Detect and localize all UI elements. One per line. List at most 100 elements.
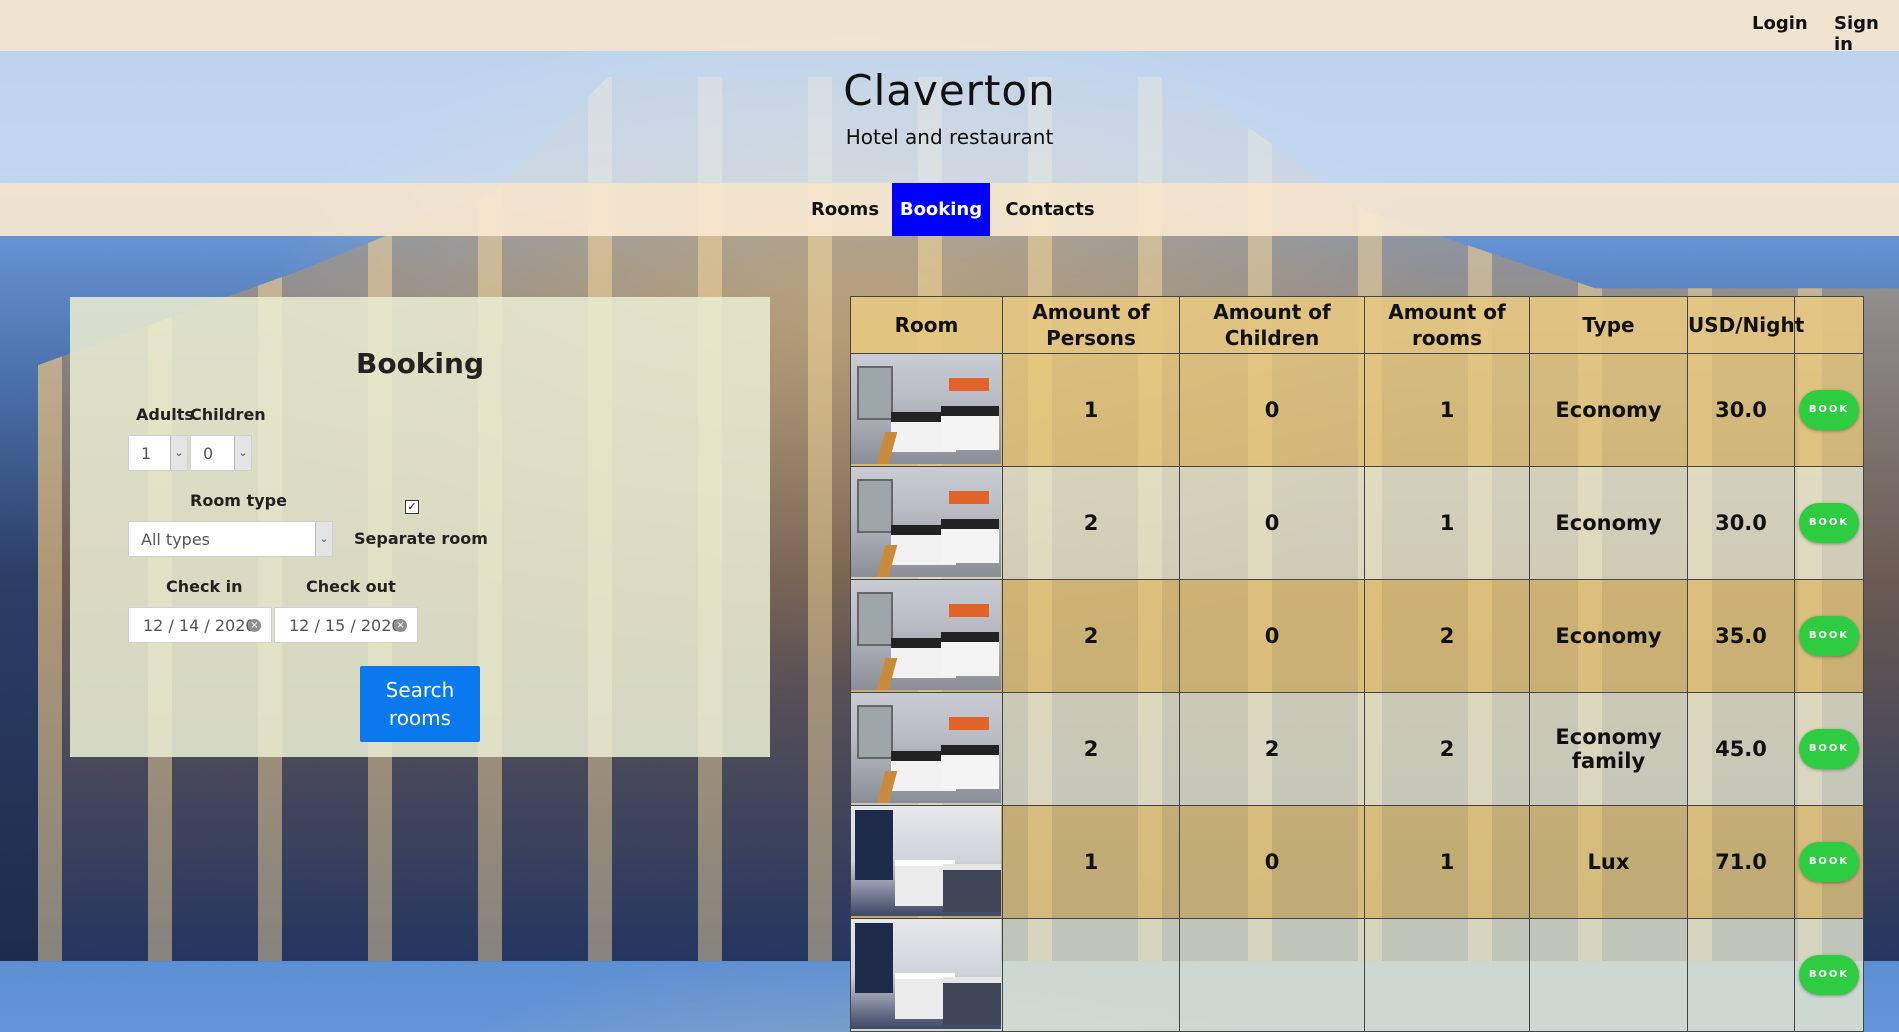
table-header-row: Room Amount of Persons Amount of Childre… [850, 296, 1864, 354]
room-photo-cell [850, 353, 1003, 467]
economy-room-photo [851, 467, 1001, 577]
room-photo-cell [850, 805, 1003, 919]
action-cell: BOOK [1794, 466, 1864, 580]
nav-contacts[interactable]: Contacts [1000, 183, 1100, 236]
separate-room-checkbox[interactable]: ✓ [405, 500, 419, 514]
search-rooms-label-1: Search [385, 678, 455, 702]
economy-room-photo [851, 580, 1001, 690]
adults-select[interactable]: 1 ⌄ [128, 435, 188, 471]
checkin-date-value: 12 / 14 / 2020 [143, 616, 256, 635]
checkout-date-value: 12 / 15 / 2020 [289, 616, 402, 635]
header-action [1794, 296, 1864, 354]
room-type-select[interactable]: All types ⌄ [128, 521, 333, 557]
book-button[interactable]: BOOK [1799, 842, 1859, 882]
table-row: 1 0 1 Economy 30.0 BOOK [850, 353, 1864, 467]
chevron-down-icon: ⌄ [234, 436, 251, 470]
table-row: 2 0 1 Economy 30.0 BOOK [850, 466, 1864, 580]
type-cell: Economy [1529, 353, 1688, 467]
chevron-down-icon: ⌄ [315, 522, 332, 556]
checkin-label: Check in [166, 577, 243, 596]
price-cell: 35.0 [1687, 579, 1795, 693]
book-button[interactable]: BOOK [1799, 390, 1859, 430]
room-type-label: Room type [190, 491, 287, 510]
nav-rooms[interactable]: Rooms [805, 183, 885, 236]
lux-room-photo [851, 919, 1001, 1029]
header-type: Type [1529, 296, 1688, 354]
children-label: Children [190, 405, 266, 424]
book-button[interactable]: BOOK [1799, 955, 1859, 995]
persons-cell: 2 [1002, 466, 1180, 580]
children-cell: 0 [1179, 353, 1365, 467]
type-cell: Economy [1529, 466, 1688, 580]
header-children: Amount of Children [1179, 296, 1365, 354]
header-rooms: Amount of rooms [1364, 296, 1530, 354]
price-cell: 30.0 [1687, 353, 1795, 467]
header-price: USD/Night [1687, 296, 1804, 354]
price-cell: 45.0 [1687, 692, 1795, 806]
action-cell: BOOK [1794, 579, 1864, 693]
nav-booking[interactable]: Booking [892, 183, 990, 236]
checkin-date-input[interactable]: 12 / 14 / 2020 × [128, 607, 272, 643]
action-cell: BOOK [1794, 805, 1864, 919]
search-rooms-label-2: rooms [388, 706, 452, 730]
adults-label: Adults [136, 405, 194, 424]
clear-icon[interactable]: × [248, 619, 261, 632]
action-cell: BOOK [1794, 692, 1864, 806]
children-cell: 0 [1179, 579, 1365, 693]
checkout-label: Check out [306, 577, 396, 596]
room-photo-cell [850, 579, 1003, 693]
table-row: BOOK [850, 918, 1864, 1032]
persons-cell: 2 [1002, 692, 1180, 806]
action-cell: BOOK [1794, 918, 1864, 1032]
price-cell [1687, 918, 1795, 1032]
room-type-select-value: All types [141, 530, 210, 549]
table-row: 2 0 2 Economy 35.0 BOOK [850, 579, 1864, 693]
price-cell: 30.0 [1687, 466, 1795, 580]
room-photo-cell [850, 692, 1003, 806]
economy-room-photo [851, 354, 1001, 464]
persons-cell: 1 [1002, 805, 1180, 919]
rooms-cell: 1 [1364, 353, 1530, 467]
children-select-value: 0 [203, 444, 214, 463]
checkout-date-input[interactable]: 12 / 15 / 2020 × [274, 607, 418, 643]
rooms-table: Room Amount of Persons Amount of Childre… [850, 296, 1864, 1032]
clear-icon[interactable]: × [394, 619, 407, 632]
table-row: 2 2 2 Economy family 45.0 BOOK [850, 692, 1864, 806]
separate-room-label: Separate room [354, 529, 488, 548]
search-rooms-button[interactable]: Search rooms [360, 666, 480, 742]
site-subtitle: Hotel and restaurant [845, 125, 1054, 149]
rooms-cell: 1 [1364, 805, 1530, 919]
signin-link[interactable]: Sign in [1834, 13, 1899, 55]
room-photo-cell [850, 918, 1003, 1032]
lux-room-photo [851, 806, 1001, 916]
children-cell: 0 [1179, 466, 1365, 580]
rooms-cell: 2 [1364, 692, 1530, 806]
price-cell: 71.0 [1687, 805, 1795, 919]
header-room: Room [850, 296, 1003, 354]
table-row: 1 0 1 Lux 71.0 BOOK [850, 805, 1864, 919]
children-select[interactable]: 0 ⌄ [190, 435, 252, 471]
chevron-down-icon: ⌄ [170, 436, 187, 470]
children-cell: 2 [1179, 692, 1365, 806]
header-persons: Amount of Persons [1002, 296, 1180, 354]
type-cell: Economy [1529, 579, 1688, 693]
adults-select-value: 1 [141, 444, 152, 463]
login-link[interactable]: Login [1752, 13, 1808, 34]
booking-title: Booking [355, 347, 484, 380]
children-cell: 0 [1179, 805, 1365, 919]
book-button[interactable]: BOOK [1799, 729, 1859, 769]
type-cell: Lux [1529, 805, 1688, 919]
action-cell: BOOK [1794, 353, 1864, 467]
persons-cell: 2 [1002, 579, 1180, 693]
persons-cell [1002, 918, 1180, 1032]
type-cell: Economy family [1529, 692, 1688, 806]
booking-panel: Booking Adults Children 1 ⌄ 0 ⌄ Room typ… [70, 297, 770, 757]
book-button[interactable]: BOOK [1799, 503, 1859, 543]
type-cell [1529, 918, 1688, 1032]
site-title: Claverton [843, 66, 1056, 115]
rooms-cell: 1 [1364, 466, 1530, 580]
room-photo-cell [850, 466, 1003, 580]
persons-cell: 1 [1002, 353, 1180, 467]
rooms-cell: 2 [1364, 579, 1530, 693]
book-button[interactable]: BOOK [1799, 616, 1859, 656]
